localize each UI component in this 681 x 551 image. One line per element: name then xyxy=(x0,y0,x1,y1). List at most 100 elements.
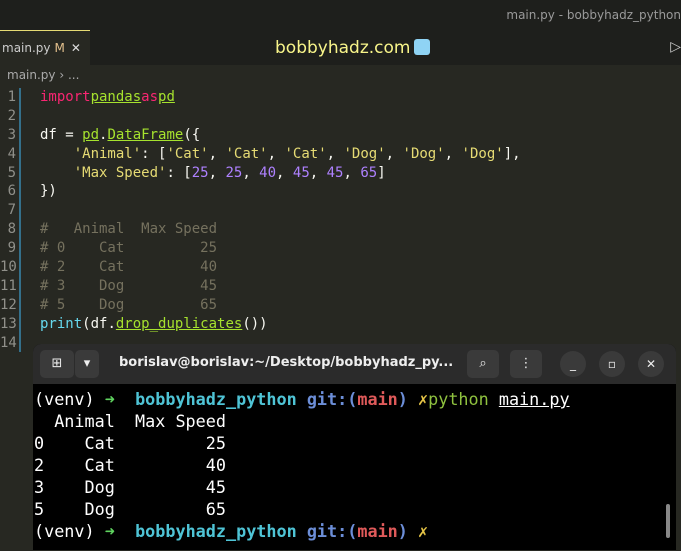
line-number: 11 xyxy=(0,276,21,296)
code-token: # 0 Cat 25 xyxy=(40,240,218,257)
tab-bar: main.py M ✕ bobbyhadz.com ▷ xyxy=(0,30,681,65)
code-token: 'Max Speed' xyxy=(73,164,167,181)
modified-badge: M xyxy=(54,41,65,55)
close-tab-icon[interactable]: ✕ xyxy=(71,41,81,55)
code-token: , xyxy=(208,145,226,162)
code-token: pandas xyxy=(90,89,142,105)
code-line: 7 xyxy=(0,201,521,221)
cube-icon xyxy=(414,39,431,55)
code-line: 1 import pandas as pd xyxy=(0,88,521,107)
terminal-output[interactable]: (venv) ➜ bobbyhadz_python git:(main) ✗py… xyxy=(33,384,676,542)
code-line: 9 # 0 Cat 25 xyxy=(0,239,521,258)
output-line: 0 Cat 25 xyxy=(34,433,226,453)
title-bar: main.py - bobbyhadz_python xyxy=(0,0,681,34)
code-token: pd xyxy=(158,89,175,105)
code-token: 'Cat' xyxy=(166,145,209,162)
code-token: : [ xyxy=(166,164,192,181)
code-editor[interactable]: 1 import pandas as pd 2 3 df = pd. DataFram… xyxy=(0,88,521,353)
code-line: 8 # Animal Max Speed xyxy=(0,220,521,240)
code-token: ()) xyxy=(242,315,268,332)
code-line: 13 print (df. drop_duplicates()) xyxy=(0,314,521,334)
brand-text: bobbyhadz.com xyxy=(275,38,411,58)
output-line: 3 Dog 45 xyxy=(34,477,226,497)
code-token: (venv) xyxy=(34,521,95,541)
tab-main-py[interactable]: main.py M ✕ xyxy=(0,30,90,65)
code-line: 4 'Animal': ['Cat', 'Cat', 'Cat', 'Dog',… xyxy=(0,144,521,164)
code-token: . xyxy=(99,126,108,143)
output-line: 5 Dog 65 xyxy=(34,499,226,519)
code-token: # Animal Max Speed xyxy=(40,221,218,238)
maximize-icon[interactable]: ▫ xyxy=(599,351,625,377)
code-token: ], xyxy=(503,145,521,162)
output-line: 2 Cat 40 xyxy=(34,455,226,475)
code-token: ✗ xyxy=(418,521,429,541)
terminal-window[interactable]: ⊞ ▾ borislav@borislav:~/Desktop/bobbyhad… xyxy=(33,344,676,550)
brand-watermark: bobbyhadz.com xyxy=(275,38,431,58)
search-icon[interactable]: ⌕ xyxy=(467,350,499,378)
tab-label: main.py xyxy=(2,41,51,55)
code-token: ➜ xyxy=(104,389,115,409)
line-number: 14 xyxy=(0,333,21,353)
output-line: Animal Max Speed xyxy=(34,411,226,431)
code-token: 'Animal' xyxy=(73,145,142,162)
chevron-down-icon[interactable]: ▾ xyxy=(75,350,99,378)
code-token: 'Dog' xyxy=(402,145,445,162)
code-token: , xyxy=(276,164,293,181)
code-token: 40 xyxy=(259,164,277,181)
line-number: 7 xyxy=(0,201,21,221)
close-icon[interactable]: ✕ xyxy=(638,351,664,377)
code-token: 45 xyxy=(326,164,344,181)
code-token: ✗ xyxy=(418,389,429,409)
code-token: bobbyhadz_python xyxy=(135,521,297,541)
code-token: ➜ xyxy=(104,521,115,541)
breadcrumb[interactable]: main.py › ... xyxy=(7,68,79,82)
code-line: 12 # 5 Dog 65 xyxy=(0,295,521,315)
code-token: ({ xyxy=(183,126,201,143)
terminal-header: ⊞ ▾ borislav@borislav:~/Desktop/bobbyhad… xyxy=(33,344,676,384)
code-token: (venv) xyxy=(34,389,95,409)
line-number: 1 xyxy=(0,88,21,107)
window-title: main.py - bobbyhadz_python xyxy=(506,8,681,22)
line-number: 12 xyxy=(0,295,21,315)
run-icon[interactable]: ▷ xyxy=(670,39,681,55)
line-number: 8 xyxy=(0,220,21,240)
code-token: import xyxy=(40,89,91,105)
code-token: main.py xyxy=(498,389,570,409)
code-token: 25 xyxy=(191,164,209,181)
menu-icon[interactable]: ⋮ xyxy=(510,350,542,378)
new-tab-icon[interactable]: ⊞ xyxy=(40,350,74,378)
line-number: 10 xyxy=(0,258,21,277)
code-line: 2 xyxy=(0,106,521,126)
code-line: 11 # 3 Dog 45 xyxy=(0,276,521,296)
line-number: 5 xyxy=(0,163,21,183)
terminal-title: borislav@borislav:~/Desktop/bobbyhadz_py… xyxy=(119,355,454,370)
code-token: main xyxy=(357,389,398,409)
code-token: : [ xyxy=(141,145,167,162)
code-token: , xyxy=(242,164,260,181)
code-token: git:( xyxy=(306,521,358,541)
line-number: 6 xyxy=(0,182,21,202)
code-token: 45 xyxy=(292,164,310,181)
code-token: ) xyxy=(397,521,408,541)
minimize-icon[interactable]: _ xyxy=(560,351,586,377)
terminal-scrollbar[interactable] xyxy=(666,504,670,538)
code-token: , xyxy=(385,145,403,162)
code-line: 3 df = pd. DataFrame({ xyxy=(0,125,521,145)
code-token: , xyxy=(309,164,327,181)
code-line: 10 # 2 Cat 40 xyxy=(0,258,521,277)
code-token: as xyxy=(141,89,159,105)
code-token: pd xyxy=(82,126,100,143)
code-token: 'Dog' xyxy=(461,145,504,162)
line-number: 2 xyxy=(0,106,21,126)
code-token: bobbyhadz_python xyxy=(135,389,297,409)
code-token: DataFrame xyxy=(107,126,184,143)
code-token: , xyxy=(343,164,361,181)
code-token: # 2 Cat 40 xyxy=(40,259,218,276)
code-token: 'Dog' xyxy=(343,145,386,162)
code-line: 5 'Max Speed': [25, 25, 40, 45, 45, 65] xyxy=(0,163,521,183)
line-number: 4 xyxy=(0,144,21,164)
code-token: print xyxy=(40,315,83,332)
code-token: , xyxy=(267,145,285,162)
